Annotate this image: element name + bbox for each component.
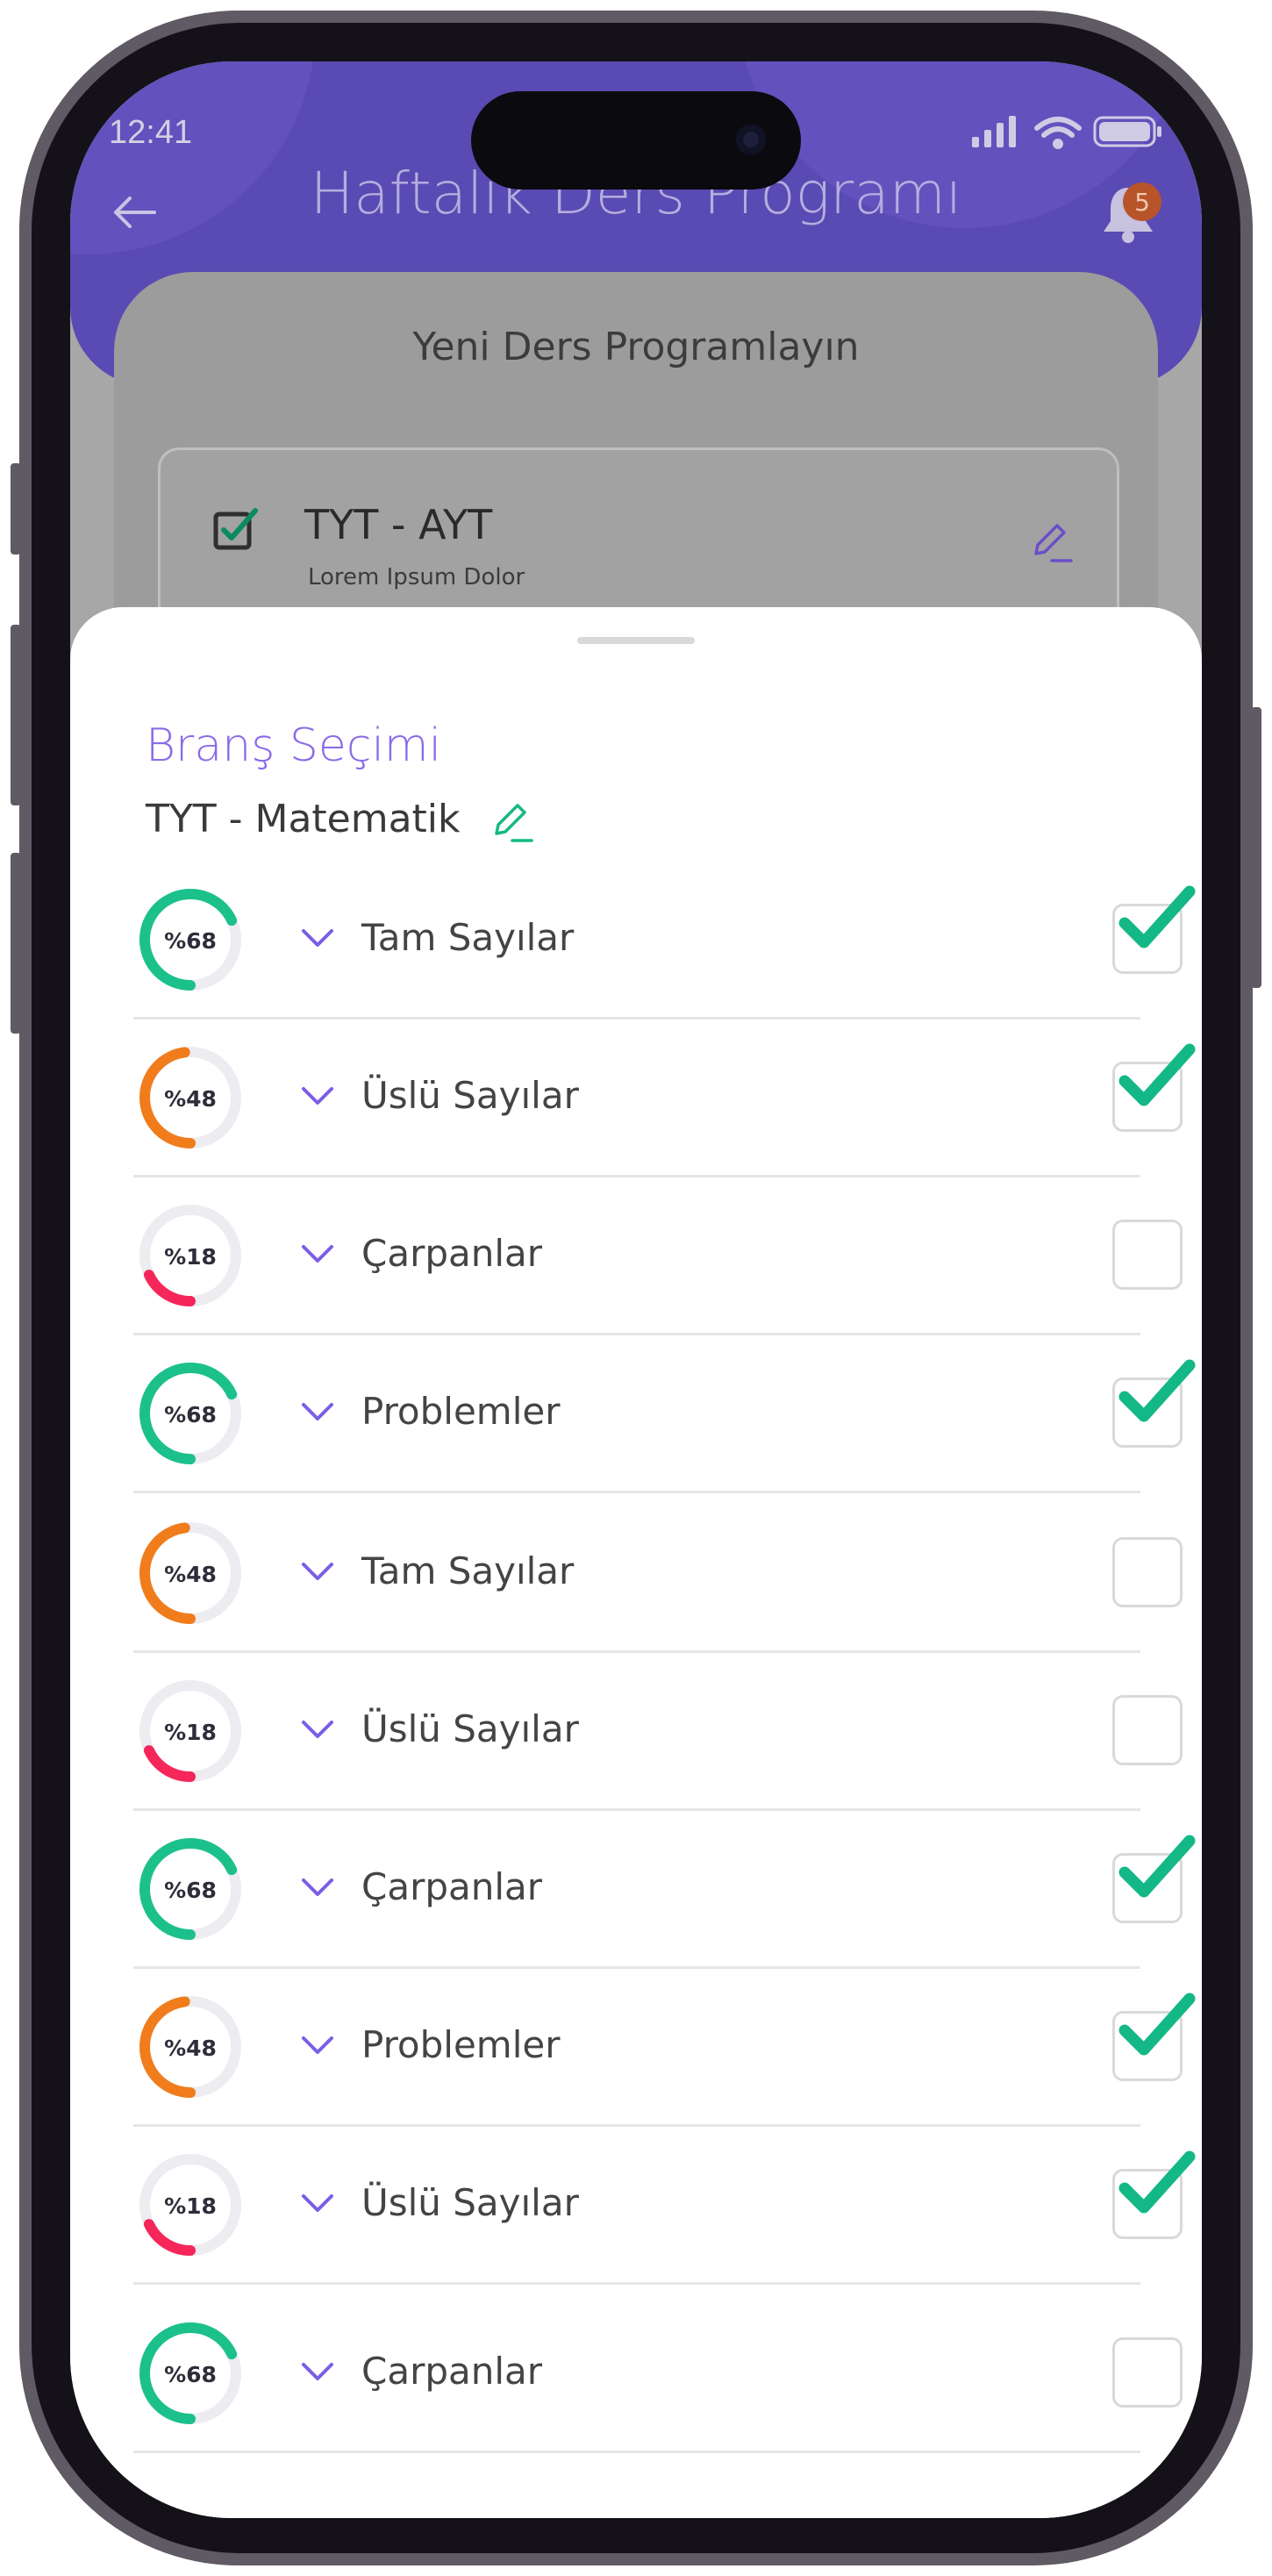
topic-checkbox[interactable] <box>1112 2337 1183 2408</box>
row-divider <box>133 1491 1140 1493</box>
topic-checkbox[interactable] <box>1112 1220 1183 1290</box>
status-time: 12:41 <box>109 114 193 151</box>
chevron-down-icon[interactable] <box>300 1084 335 1111</box>
silent-switch <box>11 463 21 555</box>
progress-percent: %68 <box>164 2362 217 2387</box>
checkmark-icon <box>1109 1986 1200 2069</box>
checkmark-icon <box>1109 2144 1200 2227</box>
topic-row[interactable]: %48 Problemler <box>133 1969 1196 2127</box>
topic-row[interactable]: %48 Tam Sayılar <box>133 1495 1183 1653</box>
topic-label: Üslü Sayılar <box>361 2181 579 2224</box>
progress-percent: %48 <box>164 1086 217 1112</box>
topic-row[interactable]: %18 Üslü Sayılar <box>133 1653 1183 1811</box>
topic-label: Tam Sayılar <box>361 916 575 959</box>
progress-percent: %18 <box>164 1720 217 1745</box>
card-title: Yeni Ders Programlayın <box>412 325 860 369</box>
chevron-down-icon[interactable] <box>300 1718 335 1744</box>
topic-row[interactable]: %68 Çarpanlar <box>133 1811 1196 1969</box>
status-icons <box>972 112 1165 154</box>
volume-down-button <box>11 853 21 1034</box>
topic-label: Problemler <box>361 2023 561 2066</box>
checkbox-checked-icon[interactable] <box>213 506 261 555</box>
pencil-icon[interactable] <box>1029 520 1073 568</box>
chevron-down-icon[interactable] <box>300 1242 335 1269</box>
checkmark-icon <box>1109 879 1200 962</box>
row-divider <box>133 2451 1140 2453</box>
exam-type-title: TYT - AYT <box>304 501 493 548</box>
topic-row[interactable]: %18 Üslü Sayılar <box>133 2127 1196 2285</box>
topic-checkbox[interactable] <box>1112 1695 1183 1765</box>
chevron-down-icon[interactable] <box>300 1400 335 1427</box>
topic-label: Üslü Sayılar <box>361 1707 579 1750</box>
section-title: Branş Seçimi <box>146 719 442 772</box>
chevron-down-icon[interactable] <box>300 1876 335 1902</box>
sheet-grabber[interactable] <box>577 637 695 644</box>
checkmark-icon <box>1109 1037 1200 1120</box>
topic-row[interactable]: %68 Tam Sayılar <box>133 862 1196 1020</box>
checkmark-icon <box>1109 1353 1200 1435</box>
progress-percent: %18 <box>164 2193 217 2219</box>
chevron-down-icon[interactable] <box>300 1560 335 1586</box>
chevron-down-icon[interactable] <box>300 927 335 953</box>
topic-label: Çarpanlar <box>361 1232 543 1275</box>
row-divider <box>133 2282 1140 2285</box>
progress-percent: %68 <box>164 928 217 954</box>
subject-title: TYT - Matematik <box>146 797 461 841</box>
screen: 12:41 Haftalık Ders Programı 5 Yeni Ders… <box>70 61 1202 2518</box>
chevron-down-icon[interactable] <box>300 2034 335 2060</box>
checkmark-icon <box>1109 1828 1200 1911</box>
signal-icon <box>972 116 1016 147</box>
power-button <box>1251 707 1261 988</box>
progress-percent: %68 <box>164 1878 217 1903</box>
topic-row[interactable]: %48 Üslü Sayılar <box>133 1020 1196 1177</box>
topic-row[interactable]: %18 Çarpanlar <box>133 1177 1183 1335</box>
pencil-icon[interactable] <box>491 802 535 849</box>
notification-badge: 5 <box>1123 182 1161 221</box>
exam-type-subtitle: Lorem Ipsum Dolor <box>308 564 525 590</box>
wifi-icon <box>1034 117 1082 149</box>
front-camera <box>736 125 766 154</box>
topic-label: Tam Sayılar <box>361 1549 575 1592</box>
topic-label: Çarpanlar <box>361 1865 543 1908</box>
topic-checkbox[interactable] <box>1112 1537 1183 1607</box>
dynamic-island <box>471 91 801 190</box>
chevron-down-icon[interactable] <box>300 2360 335 2386</box>
topic-label: Üslü Sayılar <box>361 1074 579 1117</box>
progress-percent: %48 <box>164 1562 217 1587</box>
chevron-down-icon[interactable] <box>300 2192 335 2218</box>
progress-percent: %18 <box>164 1244 217 1270</box>
topic-row[interactable]: %68 Problemler <box>133 1335 1196 1493</box>
progress-percent: %68 <box>164 1402 217 1428</box>
bottom-sheet: Branş Seçimi TYT - Matematik %68 Tam Say… <box>70 607 1202 2518</box>
topic-label: Çarpanlar <box>361 2350 543 2393</box>
back-arrow-icon[interactable] <box>111 195 158 233</box>
battery-icon <box>1093 116 1161 147</box>
topic-label: Problemler <box>361 1390 561 1433</box>
progress-percent: %48 <box>164 2036 217 2061</box>
topic-row[interactable]: %68 Çarpanlar <box>133 2295 1183 2453</box>
volume-up-button <box>11 625 21 805</box>
